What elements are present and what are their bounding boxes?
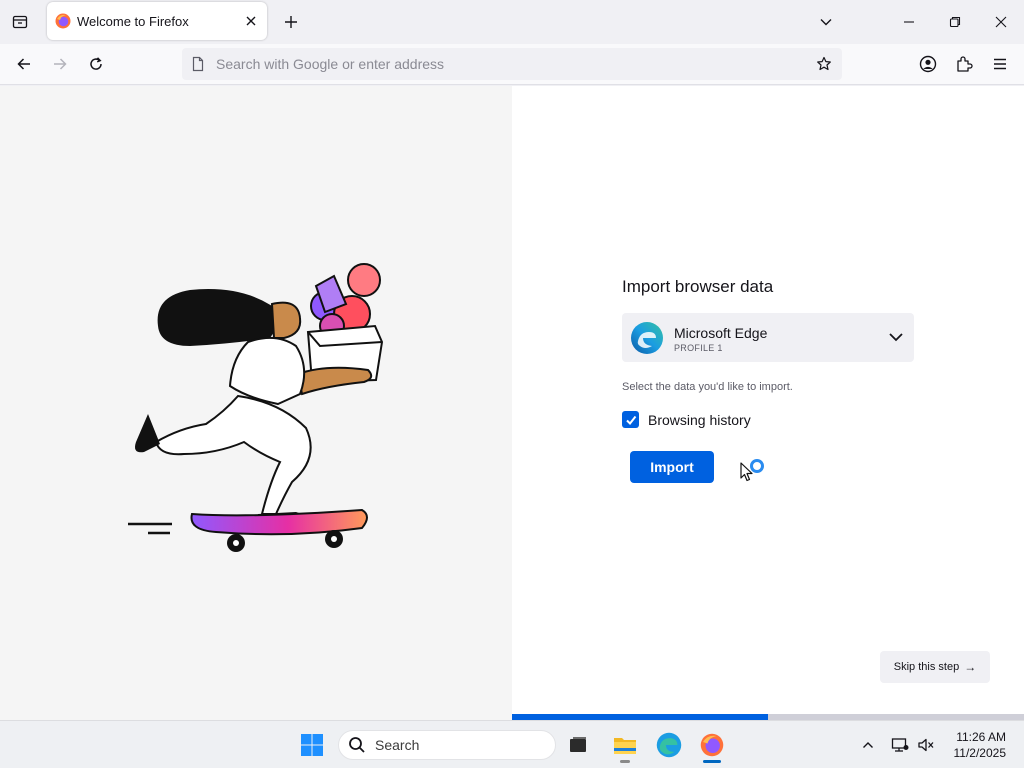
search-icon (349, 737, 365, 753)
illustration-panel (0, 86, 512, 720)
bookmark-star-icon[interactable] (810, 50, 838, 78)
taskbar-search[interactable]: Search (338, 730, 556, 760)
close-tab-icon[interactable] (239, 9, 263, 33)
taskbar: Search 11:26 AM 11/2/2025 (0, 720, 1024, 768)
file-explorer-icon[interactable] (611, 731, 639, 759)
page-content: Import browser data Microsoft Edge PROFI… (0, 86, 1024, 720)
browsing-history-label: Browsing history (648, 411, 751, 428)
chevron-down-icon (889, 333, 903, 342)
page-icon (192, 56, 204, 72)
menu-icon[interactable] (986, 50, 1014, 78)
profile-name: PROFILE 1 (674, 343, 723, 353)
windows-start-icon[interactable] (300, 733, 324, 757)
forward-icon[interactable] (46, 50, 74, 78)
tab-title: Welcome to Firefox (77, 13, 189, 29)
browsing-history-checkbox[interactable] (622, 411, 639, 428)
tab-overview-icon[interactable] (6, 8, 34, 36)
import-panel: Import browser data Microsoft Edge PROFI… (512, 86, 1024, 720)
arrow-right-icon: → (964, 660, 977, 674)
firefox-active-indicator (703, 760, 721, 763)
clock-time: 11:26 AM (956, 730, 1006, 744)
back-icon[interactable] (10, 50, 38, 78)
checkmark-icon (625, 415, 636, 425)
new-tab-icon[interactable] (278, 8, 304, 36)
volume-muted-icon[interactable] (916, 735, 936, 755)
chevron-down-icon[interactable] (812, 8, 840, 36)
skateboarder-illustration (128, 263, 384, 552)
clock-date: 11/2/2025 (953, 746, 1007, 760)
import-title: Import browser data (622, 277, 774, 296)
import-button[interactable]: Import (630, 451, 714, 483)
address-bar[interactable] (182, 48, 842, 80)
select-data-hint: Select the data you'd like to import. (622, 381, 793, 393)
close-window-icon[interactable] (978, 0, 1024, 44)
edge-taskbar-icon[interactable] (655, 731, 683, 759)
firefox-icon (55, 13, 71, 29)
navigation-bar (0, 44, 1024, 85)
skip-step-label: Skip this step (893, 661, 960, 673)
browsing-history-option[interactable]: Browsing history (622, 411, 751, 428)
reload-icon[interactable] (82, 50, 110, 78)
firefox-taskbar-icon[interactable] (698, 731, 726, 759)
url-input[interactable] (216, 56, 810, 72)
search-label: Search (375, 737, 420, 753)
network-icon[interactable] (890, 735, 910, 755)
restore-icon[interactable] (932, 0, 978, 44)
task-view-icon[interactable] (564, 731, 592, 759)
skip-step-button[interactable]: Skip this step → (880, 651, 990, 683)
browser-profile-select[interactable]: Microsoft Edge PROFILE 1 (622, 313, 914, 362)
active-tab[interactable]: Welcome to Firefox (47, 2, 267, 40)
system-clock[interactable]: 11:26 AM 11/2/2025 (944, 729, 1007, 761)
file-explorer-indicator (620, 760, 630, 763)
extensions-icon[interactable] (950, 50, 978, 78)
tab-strip: Welcome to Firefox (0, 0, 1024, 44)
microsoft-edge-icon (631, 322, 663, 354)
mouse-pointer-icon (740, 462, 753, 482)
chevron-up-icon[interactable] (858, 735, 878, 755)
browser-name: Microsoft Edge (674, 325, 768, 341)
account-icon[interactable] (914, 50, 942, 78)
minimize-icon[interactable] (886, 0, 932, 44)
